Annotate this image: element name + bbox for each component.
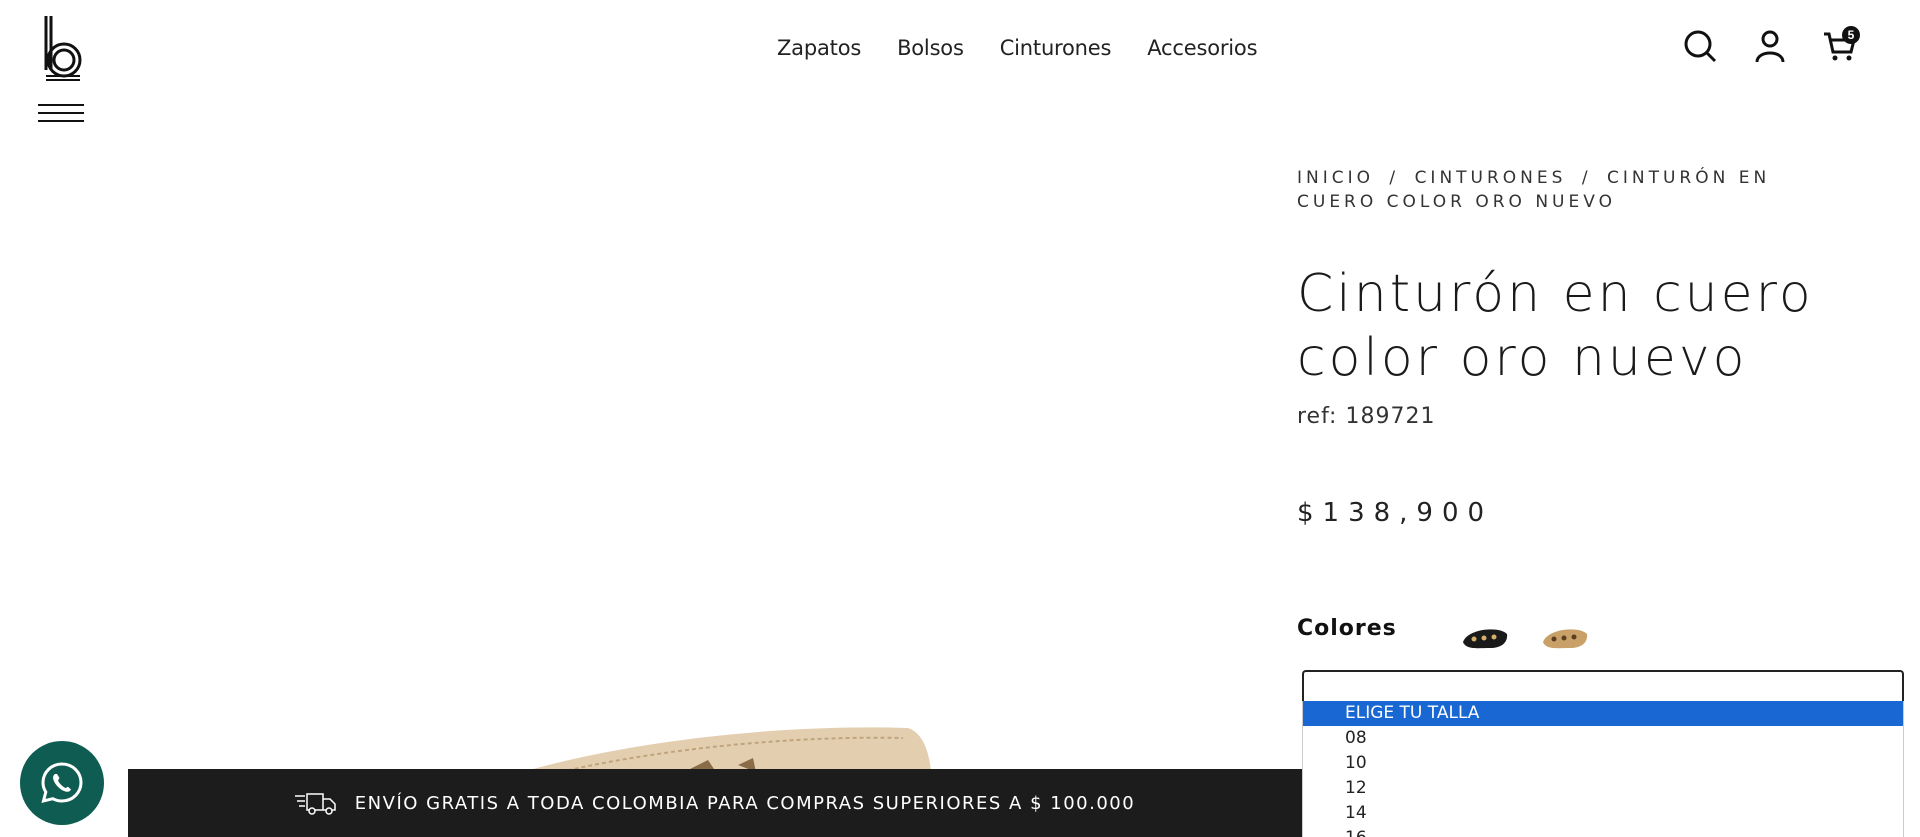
brand-logo[interactable]	[40, 14, 84, 82]
size-option[interactable]: 08	[1303, 726, 1903, 751]
size-option[interactable]: 12	[1303, 776, 1903, 801]
search-icon[interactable]	[1682, 28, 1718, 64]
nav-cinturones[interactable]: Cinturones	[1000, 36, 1112, 60]
size-select[interactable]	[1302, 670, 1904, 702]
whatsapp-button[interactable]	[20, 741, 104, 825]
cart-count-badge: 5	[1842, 26, 1860, 44]
hamburger-menu-icon[interactable]	[38, 104, 84, 126]
main-nav: Zapatos Bolsos Cinturones Accesorios	[777, 36, 1258, 60]
size-option[interactable]: 10	[1303, 751, 1903, 776]
colors-label: Colores	[1297, 616, 1397, 641]
header-actions: 5	[1682, 26, 1860, 64]
breadcrumb-cinturones[interactable]: CINTURONES	[1415, 168, 1567, 188]
breadcrumb-inicio[interactable]: INICIO	[1297, 168, 1374, 188]
whatsapp-icon	[41, 762, 83, 804]
color-swatch-black[interactable]	[1460, 620, 1510, 654]
cart-icon[interactable]: 5	[1822, 26, 1860, 64]
size-dropdown-list: ELIGE TU TALLA 08 10 12 14 16	[1302, 701, 1904, 837]
nav-accesorios[interactable]: Accesorios	[1147, 36, 1257, 60]
size-option[interactable]: ELIGE TU TALLA	[1303, 701, 1903, 726]
shipping-banner: ENVÍO GRATIS A TODA COLOMBIA PARA COMPRA…	[128, 769, 1302, 837]
breadcrumb: INICIO / CINTURONES / CINTURÓN EN CUERO …	[1297, 166, 1857, 214]
user-icon[interactable]	[1752, 28, 1788, 64]
size-option[interactable]: 14	[1303, 801, 1903, 826]
size-option[interactable]: 16	[1303, 826, 1903, 837]
breadcrumb-separator: /	[1581, 168, 1592, 188]
breadcrumb-separator: /	[1389, 168, 1400, 188]
color-swatch-gold[interactable]	[1540, 620, 1590, 654]
nav-bolsos[interactable]: Bolsos	[897, 36, 964, 60]
truck-icon	[294, 793, 336, 815]
product-ref: ref: 189721	[1297, 404, 1436, 429]
product-price: $138,900	[1297, 498, 1494, 528]
product-image	[128, 110, 1278, 837]
nav-zapatos[interactable]: Zapatos	[777, 36, 861, 60]
product-title: Cinturón en cuero color oro nuevo	[1297, 264, 1814, 388]
shipping-banner-text: ENVÍO GRATIS A TODA COLOMBIA PARA COMPRA…	[354, 792, 1136, 814]
